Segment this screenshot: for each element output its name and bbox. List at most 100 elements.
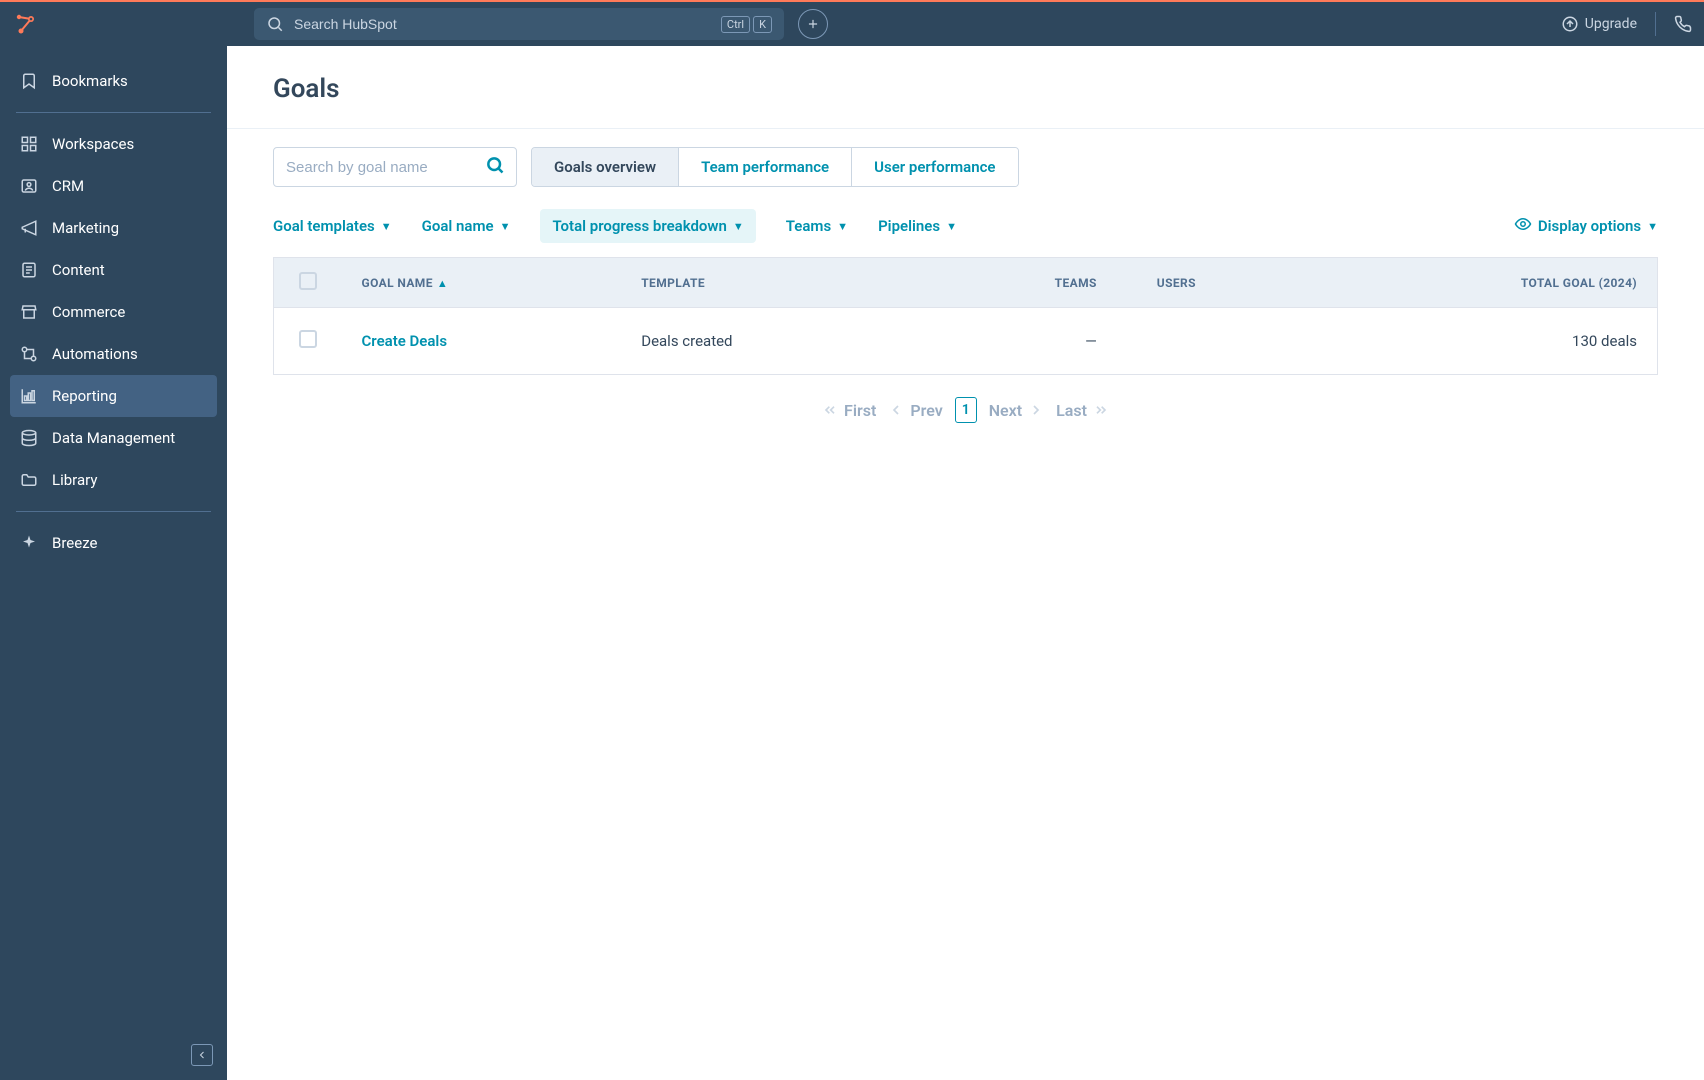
goal-search[interactable] [273, 147, 517, 187]
top-right-actions: Upgrade [1561, 12, 1692, 36]
sidebar-item-automations[interactable]: Automations [10, 333, 217, 375]
sidebar-item-data-management[interactable]: Data Management [10, 417, 217, 459]
sidebar-item-label: Breeze [52, 534, 97, 552]
pagination: First Prev 1 Next Last [273, 375, 1658, 445]
sidebar-item-breeze[interactable]: Breeze [10, 522, 217, 564]
sidebar-item-label: Bookmarks [52, 72, 128, 90]
chart-icon [20, 387, 38, 405]
sparkle-icon [20, 534, 38, 552]
top-bar: CtrlK Upgrade [0, 0, 1704, 46]
sidebar-item-label: Automations [52, 345, 138, 363]
page-last[interactable]: Last [1056, 401, 1109, 420]
hubspot-logo-icon[interactable] [12, 10, 40, 38]
select-all-checkbox[interactable] [299, 272, 317, 290]
filter-total-progress-breakdown[interactable]: Total progress breakdown▼ [540, 209, 755, 243]
chevron-right-icon [1028, 402, 1044, 418]
upgrade-icon [1561, 15, 1579, 33]
tab-user-performance[interactable]: User performance [852, 148, 1017, 186]
sidebar-item-crm[interactable]: CRM [10, 165, 217, 207]
sort-asc-icon: ▲ [437, 277, 448, 290]
col-goal-name[interactable]: GOAL NAME▲ [342, 258, 622, 308]
upgrade-label: Upgrade [1585, 16, 1637, 32]
filter-goal-templates[interactable]: Goal templates▼ [273, 217, 392, 235]
megaphone-icon [20, 219, 38, 237]
contact-icon [20, 177, 38, 195]
sidebar-item-marketing[interactable]: Marketing [10, 207, 217, 249]
cell-teams: — [911, 308, 1137, 375]
global-search-input[interactable] [294, 16, 711, 32]
sidebar-item-label: Data Management [52, 429, 175, 447]
sidebar-item-workspaces[interactable]: Workspaces [10, 123, 217, 165]
page-number[interactable]: 1 [955, 397, 977, 423]
upgrade-button[interactable]: Upgrade [1561, 15, 1637, 33]
create-button[interactable] [798, 9, 828, 39]
chevron-down-icon: ▼ [1647, 220, 1658, 233]
cell-users [1137, 308, 1312, 375]
database-icon [20, 429, 38, 447]
sidebar-item-library[interactable]: Library [10, 459, 217, 501]
sidebar-item-bookmarks[interactable]: Bookmarks [10, 60, 217, 102]
divider [16, 112, 211, 113]
page-title: Goals [273, 74, 1658, 104]
goal-search-input[interactable] [286, 159, 485, 176]
divider [16, 511, 211, 512]
bookmark-icon [20, 72, 38, 90]
col-teams[interactable]: TEAMS [911, 258, 1137, 308]
sidebar-item-label: Library [52, 471, 97, 489]
table-row: Create Deals Deals created — 130 deals [274, 308, 1658, 375]
grid-icon [20, 135, 38, 153]
cell-total: 130 deals [1312, 308, 1658, 375]
chevron-down-icon: ▼ [837, 220, 848, 233]
filter-pipelines[interactable]: Pipelines▼ [878, 217, 957, 235]
sidebar-item-label: Commerce [52, 303, 125, 321]
sidebar-item-content[interactable]: Content [10, 249, 217, 291]
search-icon [266, 15, 284, 33]
folder-icon [20, 471, 38, 489]
sidebar-item-label: Reporting [52, 387, 117, 405]
page-first[interactable]: First [822, 401, 876, 420]
tab-goals-overview[interactable]: Goals overview [532, 148, 679, 186]
cell-template: Deals created [621, 308, 911, 375]
sidebar-item-reporting[interactable]: Reporting [10, 375, 217, 417]
phone-icon[interactable] [1674, 15, 1692, 33]
shortcut-hint: CtrlK [721, 16, 772, 33]
sidebar-item-label: CRM [52, 177, 84, 195]
chevron-down-icon: ▼ [381, 220, 392, 233]
chevron-down-icon: ▼ [946, 220, 957, 233]
row-checkbox[interactable] [299, 330, 317, 348]
store-icon [20, 303, 38, 321]
col-users[interactable]: USERS [1137, 258, 1312, 308]
eye-icon [1514, 215, 1532, 237]
col-total-goal[interactable]: TOTAL GOAL (2024) [1312, 258, 1658, 308]
col-checkbox [274, 258, 342, 308]
sidebar-item-label: Content [52, 261, 105, 279]
goal-link[interactable]: Create Deals [362, 332, 448, 350]
sidebar-item-label: Marketing [52, 219, 119, 237]
page-next[interactable]: Next [989, 401, 1044, 420]
filter-goal-name[interactable]: Goal name▼ [422, 217, 511, 235]
automation-icon [20, 345, 38, 363]
chevrons-left-icon [822, 402, 838, 418]
page-prev[interactable]: Prev [888, 401, 942, 420]
chevron-down-icon: ▼ [733, 220, 744, 233]
display-options[interactable]: Display options▼ [1514, 215, 1658, 237]
sidebar: Bookmarks Workspaces CRM Marketing Conte… [0, 46, 227, 1080]
chevron-down-icon: ▼ [500, 220, 511, 233]
view-tabs: Goals overview Team performance User per… [531, 147, 1019, 187]
col-template[interactable]: TEMPLATE [621, 258, 911, 308]
filter-teams[interactable]: Teams▼ [786, 217, 848, 235]
goals-table: GOAL NAME▲ TEMPLATE TEAMS USERS TOTAL GO… [273, 257, 1658, 375]
sidebar-item-commerce[interactable]: Commerce [10, 291, 217, 333]
collapse-sidebar-button[interactable] [191, 1044, 213, 1066]
goals-table-wrap: GOAL NAME▲ TEMPLATE TEAMS USERS TOTAL GO… [227, 257, 1704, 445]
main-content: Goals Goals overview Team performance Us… [227, 46, 1704, 1080]
global-search[interactable]: CtrlK [254, 8, 784, 40]
chevrons-right-icon [1093, 402, 1109, 418]
page-header: Goals [227, 46, 1704, 129]
sidebar-item-label: Workspaces [52, 135, 134, 153]
chevron-left-icon [888, 402, 904, 418]
controls-row: Goals overview Team performance User per… [227, 129, 1704, 187]
search-icon [485, 155, 505, 179]
divider [1655, 12, 1656, 36]
tab-team-performance[interactable]: Team performance [679, 148, 852, 186]
